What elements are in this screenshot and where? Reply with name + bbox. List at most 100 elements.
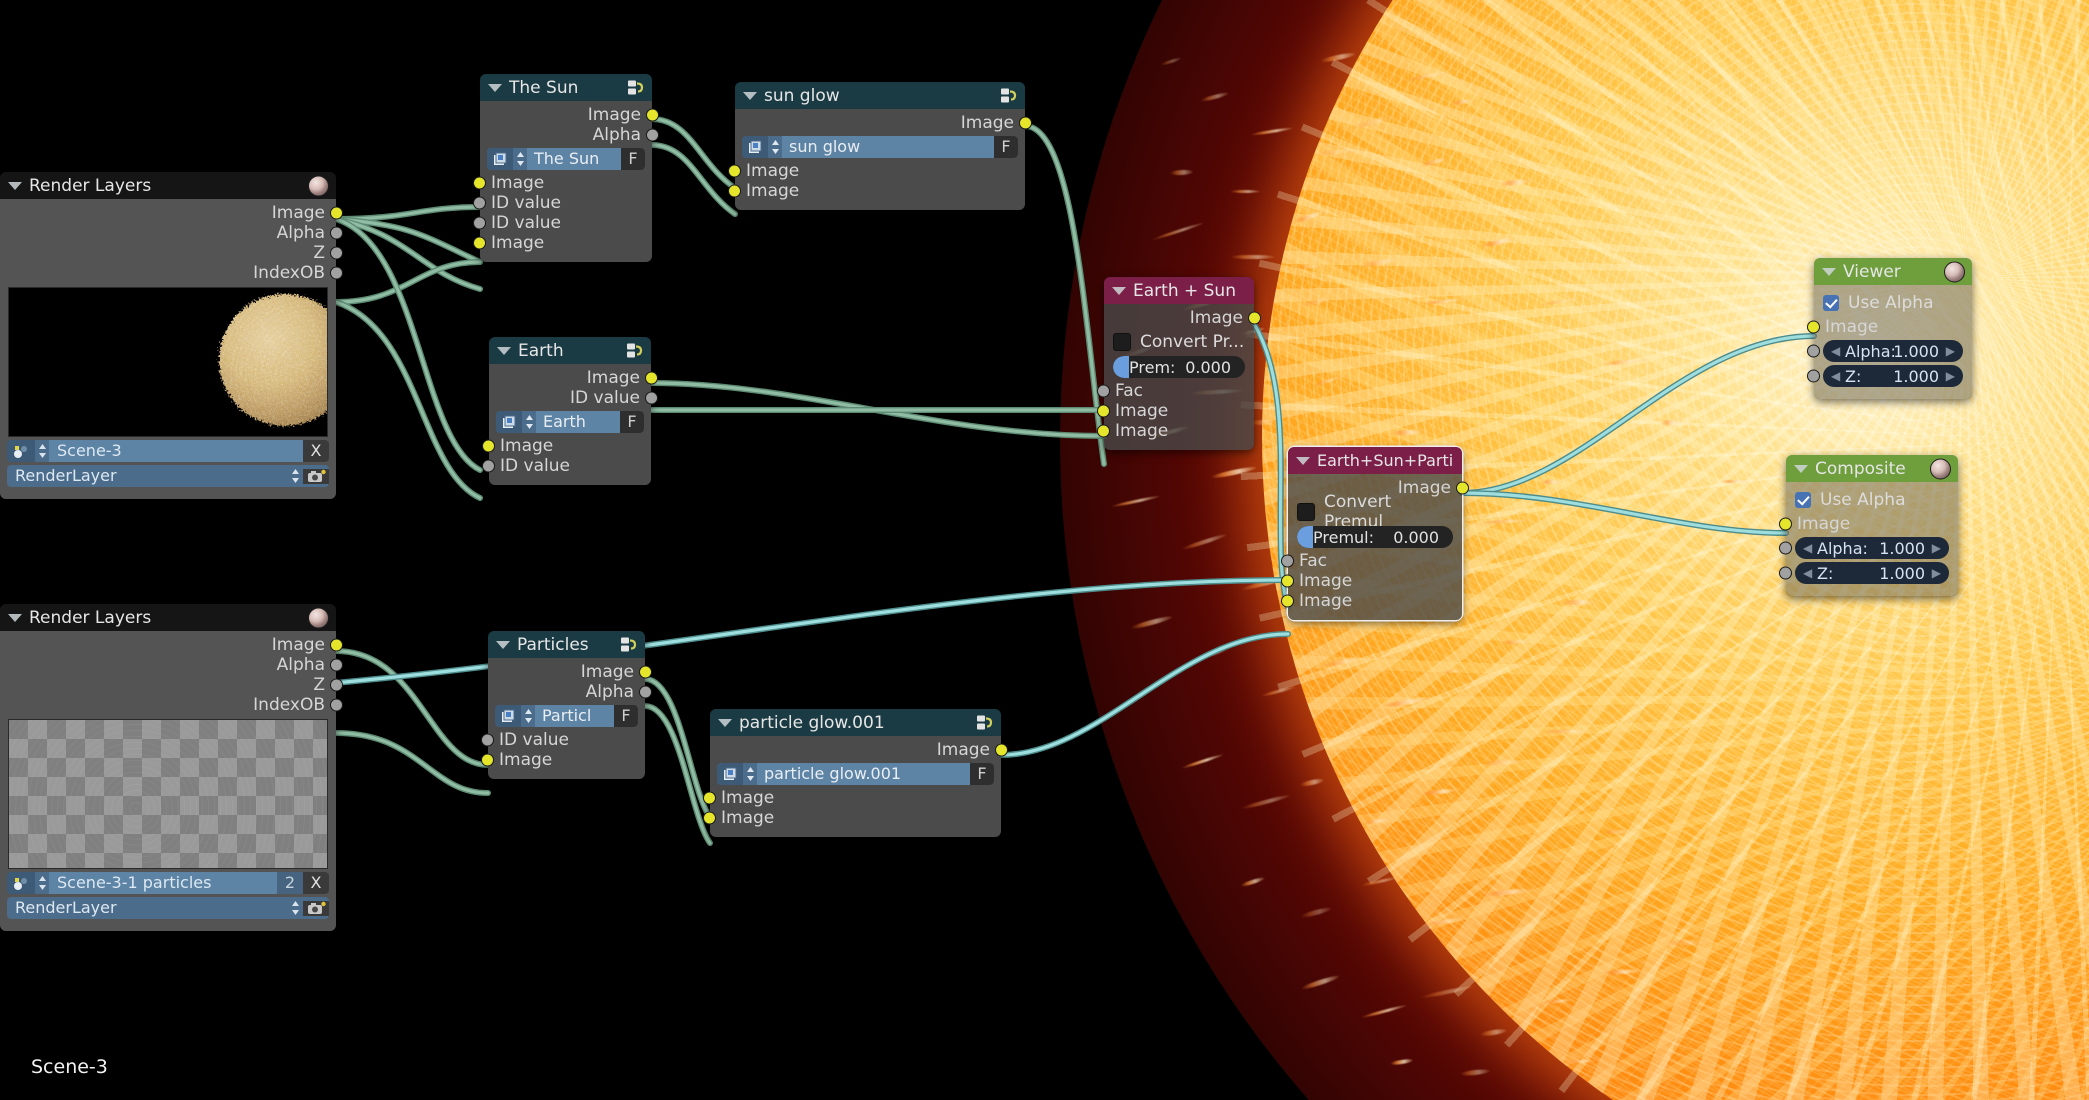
output-socket-row[interactable]: IndexOB — [0, 695, 343, 715]
output-socket-image[interactable] — [639, 665, 652, 679]
node-render-layers-1[interactable]: Render Layers Image Alpha Z IndexOB Scen… — [0, 172, 343, 499]
output-socket-row[interactable]: Z — [0, 243, 343, 263]
input-socket-fac[interactable] — [1281, 554, 1294, 568]
nodetree-spinner-icon[interactable] — [743, 763, 757, 785]
input-socket-row[interactable]: Image — [1779, 514, 1958, 534]
input-socket-row[interactable]: ID value — [473, 213, 652, 233]
input-socket-image[interactable] — [728, 184, 741, 198]
render-layer-name[interactable]: RenderLayer — [7, 465, 287, 487]
output-socket-row[interactable]: Image — [0, 635, 343, 655]
output-socket-image[interactable] — [646, 108, 659, 122]
node-composite[interactable]: Composite Use Alpha Image ◀ Alpha: 1.000… — [1779, 455, 1958, 596]
output-socket-row[interactable]: Alpha — [0, 223, 343, 243]
output-socket-indexob[interactable] — [330, 266, 343, 280]
input-socket-z[interactable] — [1779, 566, 1792, 580]
fake-user-button[interactable]: F — [620, 411, 644, 433]
input-socket-image[interactable] — [703, 791, 716, 805]
node-header[interactable]: Viewer — [1814, 258, 1972, 285]
output-socket-alpha[interactable] — [639, 685, 652, 699]
nodetree-name[interactable]: sun glow — [782, 136, 994, 158]
increment-arrow-icon[interactable]: ▶ — [1932, 541, 1941, 555]
scene-name[interactable]: Scene-3-1 particles — [49, 872, 277, 894]
node-header[interactable]: Render Layers — [0, 172, 336, 199]
output-socket-z[interactable] — [330, 246, 343, 260]
fake-user-button[interactable]: F — [621, 148, 645, 170]
input-socket-image[interactable] — [1807, 320, 1820, 334]
input-socket-image[interactable] — [473, 236, 486, 250]
checkbox-icon[interactable] — [1823, 295, 1839, 311]
input-socket-row[interactable]: Fac — [1281, 551, 1462, 571]
input-socket-row[interactable]: Image — [703, 788, 1001, 808]
output-socket-row[interactable]: Image — [0, 203, 343, 223]
output-socket-row[interactable]: Alpha — [488, 682, 652, 702]
field-value[interactable]: 1.000 — [1893, 367, 1939, 386]
input-socket-image[interactable] — [1097, 404, 1110, 418]
input-socket-z[interactable] — [1807, 369, 1820, 383]
collapse-triangle-icon[interactable] — [8, 181, 22, 190]
output-socket-row[interactable]: IndexOB — [0, 263, 343, 283]
node-sun-glow[interactable]: sun glow Image sun glow F Image Image — [728, 82, 1032, 210]
nodetree-selector[interactable]: Particl F — [495, 705, 638, 727]
field-value[interactable]: 1.000 — [1879, 564, 1925, 583]
output-socket-alpha[interactable] — [330, 658, 343, 672]
input-socket-row[interactable]: Image — [728, 161, 1025, 181]
render-layer-selector[interactable]: RenderLayer — [7, 465, 329, 487]
output-socket-row[interactable]: Image — [489, 368, 658, 388]
layer-spinner-icon[interactable] — [287, 900, 303, 916]
output-socket-alpha[interactable] — [330, 226, 343, 240]
z-field[interactable]: ◀ Z: 1.000 ▶ — [1779, 562, 1949, 584]
output-socket-row[interactable]: Image — [480, 105, 659, 125]
input-socket-id-value[interactable] — [482, 459, 495, 473]
nodetree-selector[interactable]: The Sun F — [487, 148, 645, 170]
field-value[interactable]: 1.000 — [1879, 539, 1925, 558]
node-particle-glow-001[interactable]: particle glow.001 Image particle glow.00… — [703, 709, 1008, 837]
nodetree-spinner-icon[interactable] — [522, 411, 536, 433]
output-socket-image[interactable] — [645, 371, 658, 385]
input-socket-row[interactable]: Image — [1097, 421, 1254, 441]
output-socket-row[interactable]: Image — [488, 662, 652, 682]
scene-spinner-icon[interactable] — [35, 443, 49, 459]
convert-premul-checkbox[interactable]: Convert Premul — [1297, 492, 1453, 532]
input-socket-image[interactable] — [481, 753, 494, 767]
slider-value[interactable]: 0.000 — [1185, 358, 1231, 377]
use-alpha-checkbox[interactable]: Use Alpha — [1823, 292, 1963, 314]
collapse-triangle-icon[interactable] — [497, 346, 511, 355]
collapse-triangle-icon[interactable] — [1296, 456, 1310, 465]
scene-unlink-button[interactable]: X — [303, 872, 329, 894]
scene-selector[interactable]: Scene-3-1 particles 2 X — [7, 872, 329, 894]
node-header[interactable]: sun glow — [735, 82, 1025, 109]
output-socket-image[interactable] — [1019, 116, 1032, 130]
use-alpha-checkbox[interactable]: Use Alpha — [1795, 489, 1949, 511]
nodetree-name[interactable]: The Sun — [527, 148, 621, 170]
output-socket-row[interactable]: Image — [710, 740, 1008, 760]
input-socket-row[interactable]: Image — [1097, 401, 1254, 421]
camera-icon[interactable] — [303, 468, 329, 484]
node-header[interactable]: Particles — [488, 631, 645, 658]
output-socket-row[interactable]: Alpha — [0, 655, 343, 675]
output-socket-image[interactable] — [995, 743, 1008, 757]
slider-value[interactable]: 0.000 — [1393, 528, 1439, 547]
increment-arrow-icon[interactable]: ▶ — [1932, 566, 1941, 580]
input-socket-id-value[interactable] — [473, 196, 486, 210]
nodetree-spinner-icon[interactable] — [521, 705, 535, 727]
scene-spinner-icon[interactable] — [35, 875, 49, 891]
nodetree-selector[interactable]: sun glow F — [742, 136, 1018, 158]
input-socket-row[interactable]: Image — [481, 750, 645, 770]
output-socket-row[interactable]: Image — [1288, 478, 1469, 498]
output-socket-indexob[interactable] — [330, 698, 343, 712]
input-socket-image[interactable] — [703, 811, 716, 825]
input-socket-row[interactable]: Image — [703, 808, 1001, 828]
input-socket-row[interactable]: ID value — [473, 193, 652, 213]
output-socket-row[interactable]: Image — [1104, 308, 1261, 328]
nodetree-name[interactable]: particle glow.001 — [757, 763, 970, 785]
input-socket-image[interactable] — [1281, 594, 1294, 608]
node-the-sun[interactable]: The Sun Image Alpha The Sun F Image ID v… — [473, 74, 659, 262]
convert-premul-checkbox[interactable]: Convert Pr... — [1113, 331, 1245, 353]
alpha-field[interactable]: ◀ Alpha: 1.000 ▶ — [1779, 537, 1949, 559]
input-socket-fac[interactable] — [1097, 384, 1110, 398]
input-socket-row[interactable]: Image — [473, 233, 652, 253]
output-socket-image[interactable] — [1248, 311, 1261, 325]
nodetree-spinner-icon[interactable] — [768, 136, 782, 158]
output-socket-row[interactable]: Image — [735, 113, 1032, 133]
collapse-triangle-icon[interactable] — [8, 613, 22, 622]
